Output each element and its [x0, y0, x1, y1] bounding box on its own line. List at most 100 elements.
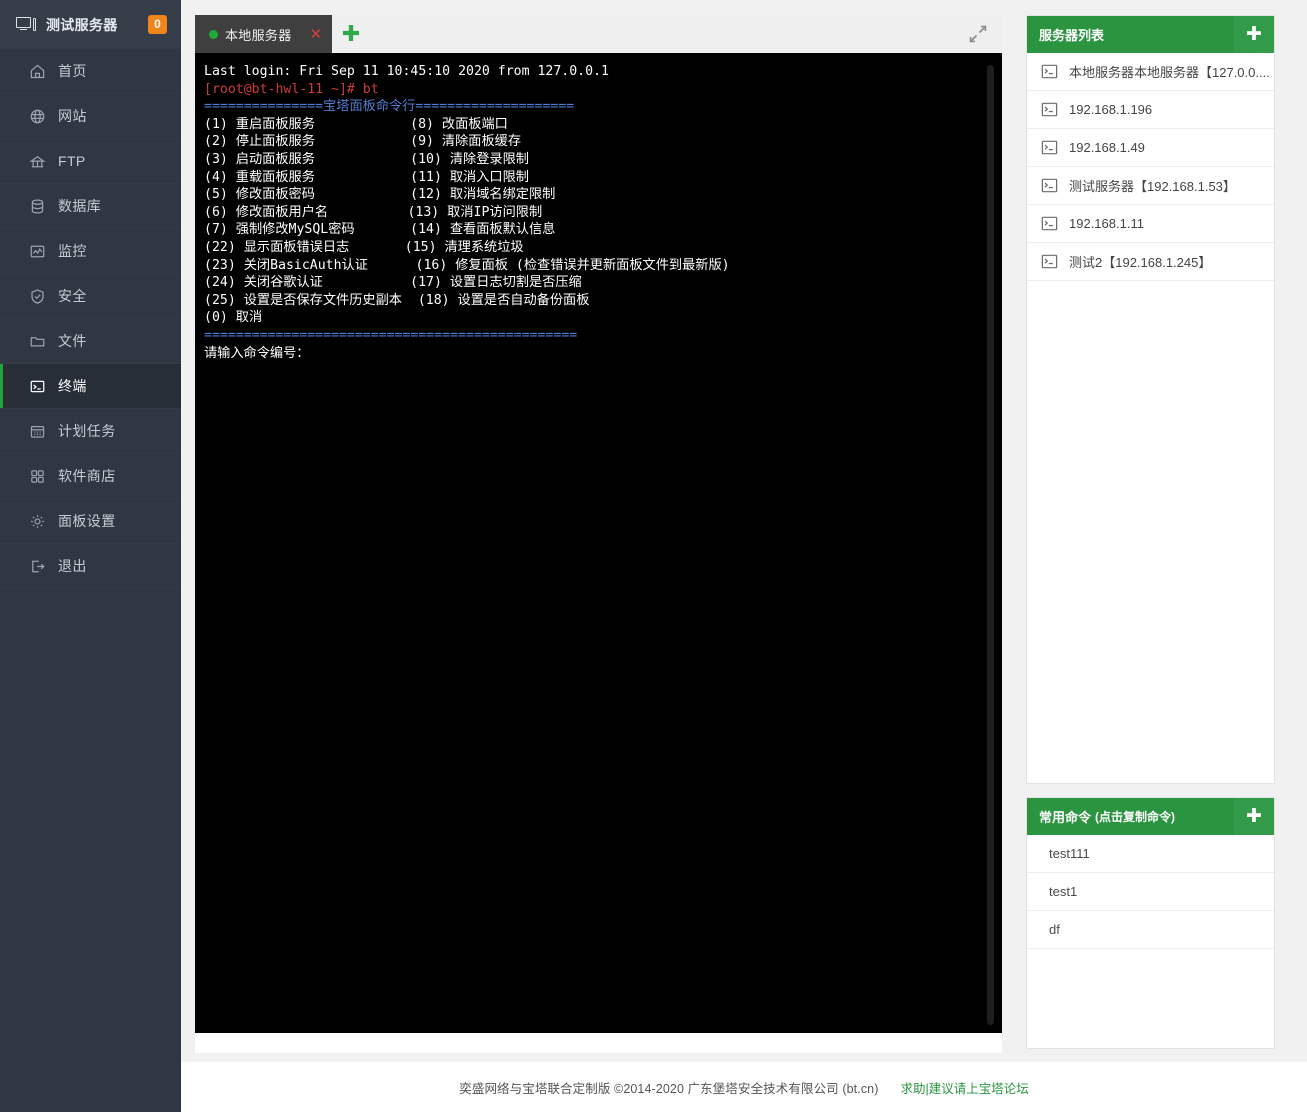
close-icon[interactable]: ✕ [310, 27, 323, 42]
add-server-button[interactable]: ✚ [1234, 16, 1274, 53]
sidebar-item-1[interactable]: 首页 [0, 49, 181, 94]
sidebar-item-label: 软件商店 [58, 466, 116, 486]
terminal-icon [1041, 64, 1058, 79]
terminal-line: ===============宝塔面板命令行==================… [204, 98, 1002, 116]
add-command-button[interactable]: ✚ [1234, 798, 1274, 835]
footer-forum-link[interactable]: 求助|建议请上宝塔论坛 [900, 1078, 1028, 1097]
terminal-line: (3) 启动面板服务 (10) 清除登录限制 [204, 151, 1002, 169]
sidebar-item-label: 数据库 [58, 196, 101, 216]
sidebar-item-11[interactable]: 面板设置 [0, 499, 181, 544]
bt-panel-app: 测试服务器 0 首页网站 FTP 数据库监控安全文件终端计划任务软件商店面板设置退出… [0, 0, 1307, 1112]
terminal-line: (1) 重启面板服务 (8) 改面板端口 [204, 116, 1002, 134]
terminal-icon [28, 377, 46, 395]
logout-icon [28, 557, 46, 575]
terminal-tabbar: 本地服务器 ✕ ✚ [195, 15, 1002, 53]
sidebar-server-title: 测试服务器 [46, 15, 118, 35]
common-commands-subtitle: (点击复制命令) [1095, 808, 1175, 825]
server-list-item-label: 192.168.1.11 [1069, 216, 1144, 231]
terminal-scrollbar[interactable] [987, 65, 994, 1025]
folder-icon [28, 332, 46, 350]
sidebar-item-label: 面板设置 [58, 511, 116, 531]
common-command-item[interactable]: df [1027, 911, 1274, 949]
terminal-output[interactable]: Last login: Fri Sep 11 10:45:10 2020 fro… [195, 53, 1002, 1033]
sidebar-item-9[interactable]: 计划任务 [0, 409, 181, 454]
monitor-chart-icon [28, 242, 46, 260]
sidebar-item-6[interactable]: 安全 [0, 274, 181, 319]
terminal-line: (23) 关闭BasicAuth认证 (16) 修复面板 (检查错误并更新面板文… [204, 257, 1002, 275]
server-list-item-label: 192.168.1.49 [1069, 140, 1145, 155]
common-command-item[interactable]: test111 [1027, 835, 1274, 873]
sidebar: 测试服务器 0 首页网站 FTP 数据库监控安全文件终端计划任务软件商店面板设置退出 [0, 0, 181, 1112]
sidebar-item-label: 安全 [58, 286, 87, 306]
sidebar-item-label: 文件 [58, 331, 87, 351]
sidebar-item-3[interactable]: FTP [0, 139, 181, 184]
terminal-line: Last login: Fri Sep 11 10:45:10 2020 fro… [204, 63, 1002, 81]
sidebar-item-label: 监控 [58, 241, 87, 261]
tab-status-dot-icon [209, 30, 218, 39]
grid-apps-icon [28, 467, 46, 485]
server-list-item[interactable]: 192.168.1.196 [1027, 91, 1274, 129]
sidebar-item-2[interactable]: 网站 [0, 94, 181, 139]
sidebar-item-8[interactable]: 终端 [0, 364, 181, 409]
server-list-item[interactable]: 192.168.1.49 [1027, 129, 1274, 167]
footer: 奕盛网络与宝塔联合定制版 ©2014-2020 广东堡塔安全技术有限公司 (bt… [181, 1062, 1307, 1112]
gear-icon [28, 512, 46, 530]
right-sidebar: 服务器列表 ✚ 本地服务器本地服务器【127.0.0.... 192.168.1.… [1026, 15, 1275, 1049]
terminal-line: (4) 重载面板服务 (11) 取消入口限制 [204, 169, 1002, 187]
sidebar-item-10[interactable]: 软件商店 [0, 454, 181, 499]
terminal-line: ========================================… [204, 327, 1002, 345]
sidebar-nav: 首页网站 FTP 数据库监控安全文件终端计划任务软件商店面板设置退出 [0, 49, 181, 589]
server-list-item[interactable]: 测试2【192.168.1.245】 [1027, 243, 1274, 281]
tab-label: 本地服务器 [225, 25, 292, 44]
sidebar-item-4[interactable]: 数据库 [0, 184, 181, 229]
server-list-header: 服务器列表 ✚ [1027, 16, 1274, 53]
sidebar-item-label: 网站 [58, 106, 87, 126]
sidebar-header[interactable]: 测试服务器 0 [0, 0, 181, 49]
shield-check-icon [28, 287, 46, 305]
common-command-label: test1 [1049, 884, 1077, 899]
ftp-icon [28, 152, 46, 170]
terminal-line: (7) 强制修改MySQL密码 (14) 查看面板默认信息 [204, 221, 1002, 239]
sidebar-item-label: 退出 [58, 556, 87, 576]
terminal-line: (6) 修改面板用户名 (13) 取消IP访问限制 [204, 204, 1002, 222]
expand-arrows-icon[interactable] [968, 24, 988, 44]
sidebar-item-label: FTP [58, 153, 86, 169]
sidebar-notification-badge[interactable]: 0 [148, 15, 167, 34]
terminal-text: Last login: Fri Sep 11 10:45:10 2020 fro… [204, 63, 1002, 362]
sidebar-item-12[interactable]: 退出 [0, 544, 181, 589]
terminal-icon [1041, 178, 1058, 193]
server-list: 本地服务器本地服务器【127.0.0.... 192.168.1.196 192.1… [1027, 53, 1274, 783]
monitor-icon [16, 17, 36, 33]
terminal-icon [1041, 254, 1058, 269]
common-commands-header: 常用命令 (点击复制命令) ✚ [1027, 798, 1274, 835]
common-command-label: test111 [1049, 846, 1090, 861]
terminal-line: (22) 显示面板错误日志 (15) 清理系统垃圾 [204, 239, 1002, 257]
database-icon [28, 197, 46, 215]
server-list-item-label: 本地服务器本地服务器【127.0.0.... [1069, 62, 1270, 81]
common-commands-title: 常用命令 [1039, 807, 1091, 826]
server-list-card: 服务器列表 ✚ 本地服务器本地服务器【127.0.0.... 192.168.1.… [1026, 15, 1275, 784]
terminal-line: (24) 关闭谷歌认证 (17) 设置日志切割是否压缩 [204, 274, 1002, 292]
home-icon [28, 62, 46, 80]
common-command-label: df [1049, 922, 1060, 937]
add-tab-button[interactable]: ✚ [332, 15, 370, 53]
sidebar-item-5[interactable]: 监控 [0, 229, 181, 274]
sidebar-item-label: 首页 [58, 61, 87, 81]
terminal-icon [1041, 102, 1058, 117]
sidebar-item-label: 计划任务 [58, 421, 116, 441]
common-command-item[interactable]: test1 [1027, 873, 1274, 911]
server-list-item[interactable]: 本地服务器本地服务器【127.0.0.... [1027, 53, 1274, 91]
server-list-item-label: 192.168.1.196 [1069, 102, 1152, 117]
terminal-line: (25) 设置是否保存文件历史副本 (18) 设置是否自动备份面板 [204, 292, 1002, 310]
terminal-line: (5) 修改面板密码 (12) 取消域名绑定限制 [204, 186, 1002, 204]
server-list-item[interactable]: 测试服务器【192.168.1.53】 [1027, 167, 1274, 205]
sidebar-item-7[interactable]: 文件 [0, 319, 181, 364]
calendar-icon [28, 422, 46, 440]
server-list-item[interactable]: 192.168.1.11 [1027, 205, 1274, 243]
terminal-tab-local-server[interactable]: 本地服务器 ✕ [195, 15, 332, 53]
terminal-line: (0) 取消 [204, 309, 1002, 327]
globe-icon [28, 107, 46, 125]
work-area: 本地服务器 ✕ ✚ Last login: Fri Sep 11 10:45:1… [181, 0, 1307, 1112]
common-commands-list: test111 test1 df [1027, 835, 1274, 1048]
common-commands-card: 常用命令 (点击复制命令) ✚ test111 test1 df [1026, 797, 1275, 1049]
